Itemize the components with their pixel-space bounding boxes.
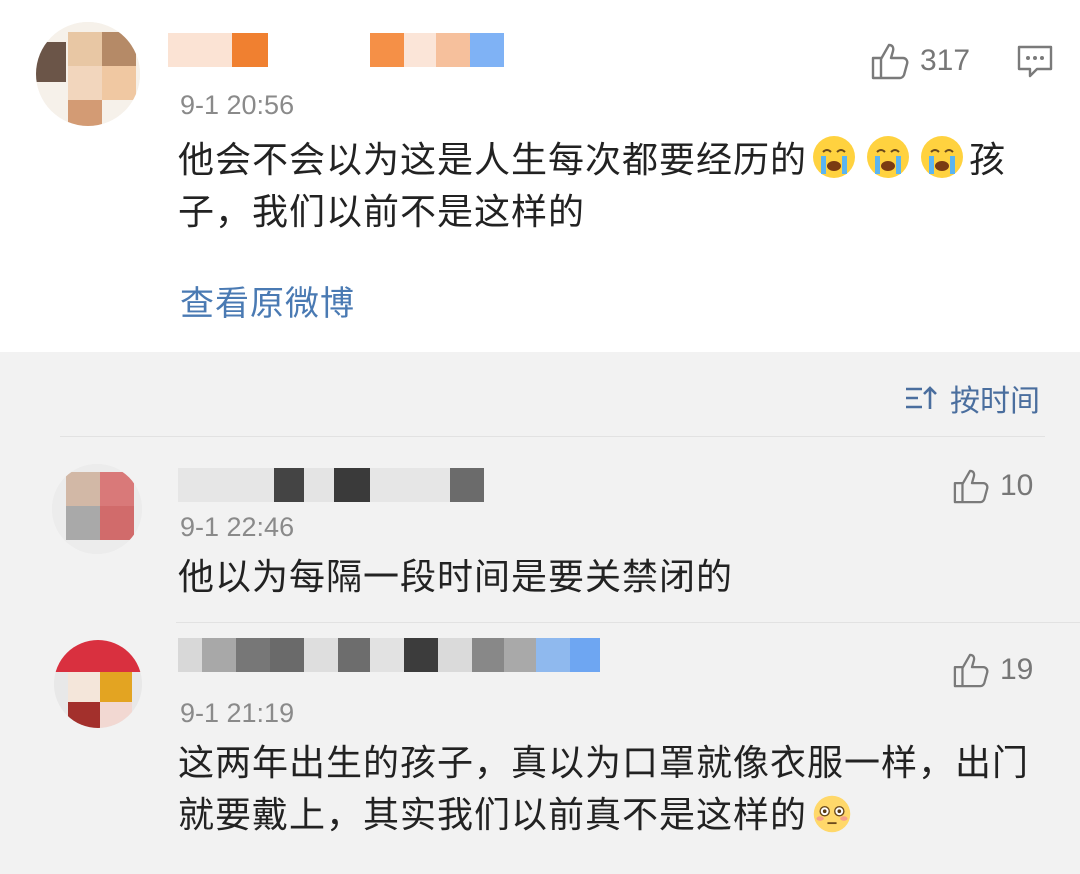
post-timestamp: 9-1 20:56 — [180, 90, 295, 120]
user-badge-redacted — [370, 33, 504, 67]
comment-text: 这两年出生的孩子，真以为口罩就像衣服一样，出门 就要戴上，其实我们以前真不是这样… — [178, 743, 1030, 836]
avatar[interactable] — [36, 22, 140, 126]
avatar-mosaic — [52, 464, 142, 554]
comment-timestamp: 9-1 21:19 — [180, 698, 295, 728]
comment-timestamp: 9-1 22:46 — [180, 512, 295, 542]
comment-text: 他以为每隔一段时间是要关禁闭的 — [178, 557, 734, 598]
username-redacted[interactable] — [168, 33, 268, 67]
crying-face-icon — [921, 136, 964, 178]
avatar[interactable] — [54, 640, 142, 728]
avatar-mosaic — [54, 640, 142, 728]
like-count: 317 — [920, 44, 971, 77]
thumbs-up-icon — [953, 469, 989, 504]
avatar-mosaic — [36, 22, 140, 126]
like-button[interactable]: 10 — [952, 468, 1033, 504]
crying-face-icon — [813, 136, 856, 178]
like-button[interactable]: 317 — [870, 42, 970, 80]
sort-by-time-button[interactable]: 按时间 — [904, 376, 1040, 420]
original-post: 9-1 20:56 317 他会不会以为这是人生每次都要经历的孩 子，我们以前不… — [0, 0, 1080, 352]
flushed-face-icon — [813, 795, 851, 833]
divider — [176, 622, 1080, 623]
username-redacted[interactable] — [178, 468, 484, 502]
comment-icon[interactable] — [1016, 44, 1054, 84]
thumbs-up-icon — [953, 653, 989, 688]
username-redacted[interactable] — [178, 638, 600, 672]
thumbs-up-icon — [871, 43, 909, 80]
avatar[interactable] — [52, 464, 142, 554]
crying-face-icon — [867, 136, 910, 178]
post-text: 他会不会以为这是人生每次都要经历的孩 子，我们以前不是这样的 — [178, 134, 1058, 239]
sort-label: 按时间 — [950, 384, 1040, 419]
like-count: 19 — [1000, 653, 1034, 686]
like-button[interactable]: 19 — [952, 652, 1033, 688]
divider — [60, 436, 1045, 437]
view-original-link[interactable]: 查看原微博 — [180, 276, 355, 325]
like-count: 10 — [1000, 469, 1034, 502]
sort-icon — [906, 386, 937, 409]
